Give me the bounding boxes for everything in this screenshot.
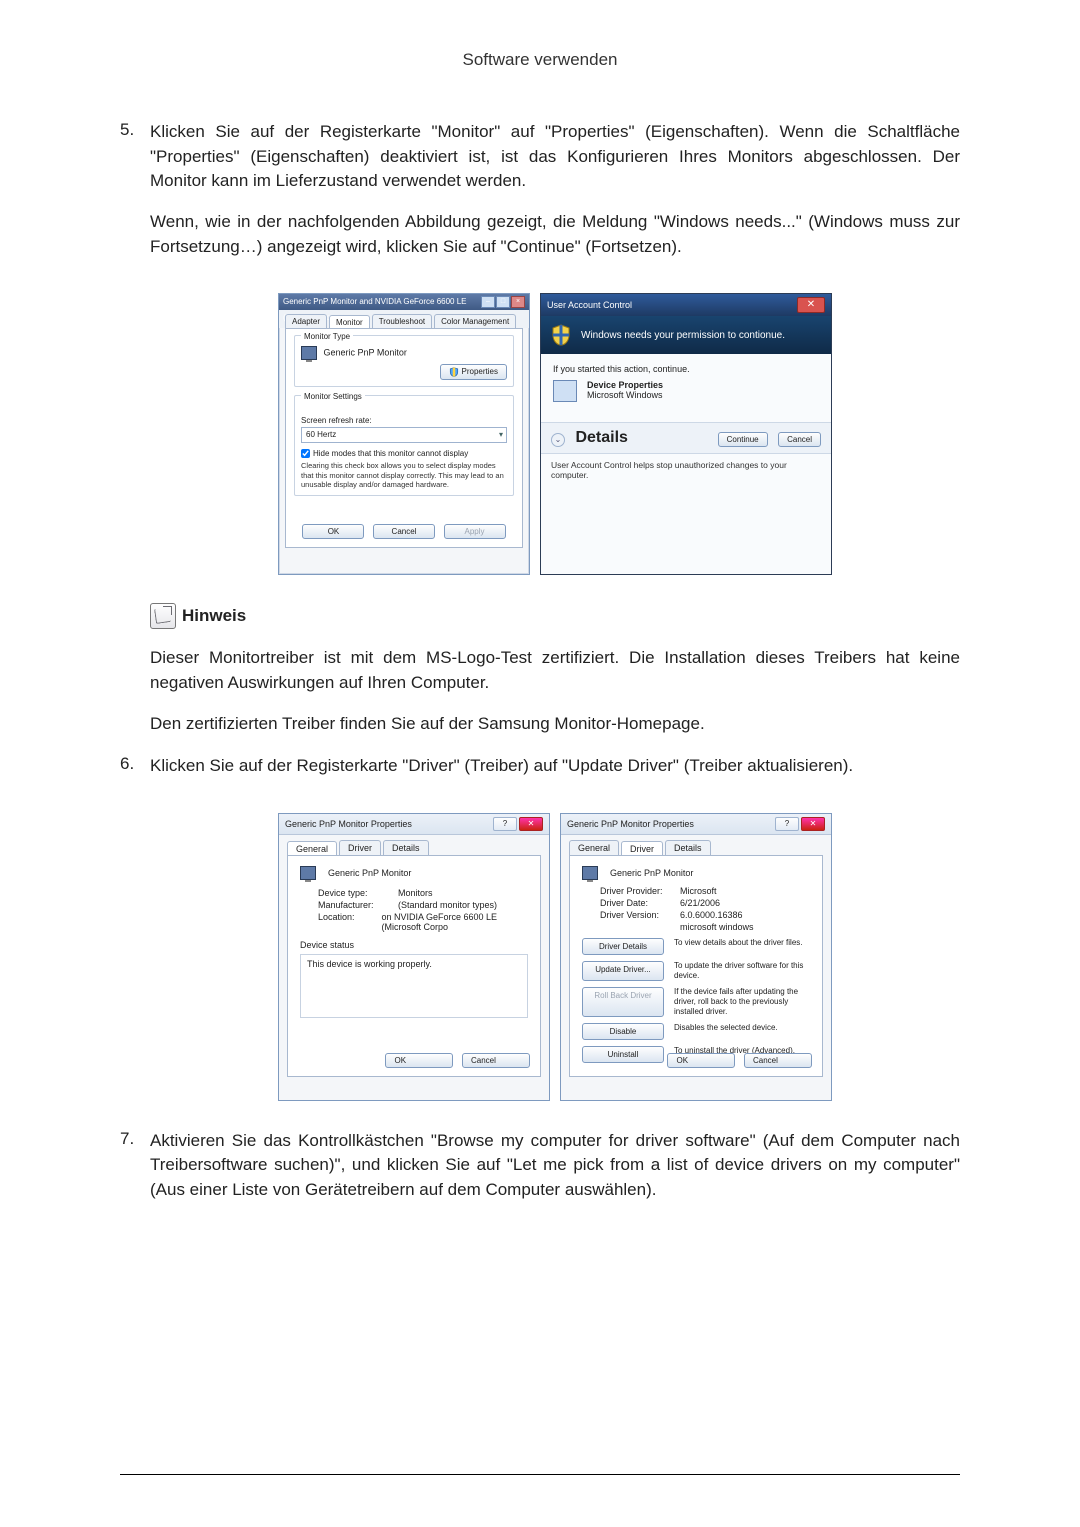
tab-adapter[interactable]: Adapter xyxy=(285,314,327,328)
monitor-settings-group: Monitor Settings xyxy=(301,392,365,401)
help-button[interactable]: ? xyxy=(493,817,517,831)
uac-footer-text: User Account Control helps stop unauthor… xyxy=(541,454,831,486)
minimize-button[interactable]: – xyxy=(481,296,495,308)
uac-heading: Windows needs your permission to contion… xyxy=(581,330,785,341)
tab-general[interactable]: General xyxy=(569,840,619,855)
tab-details[interactable]: Details xyxy=(665,840,711,855)
uac-close-button[interactable]: ✕ xyxy=(797,297,825,313)
details-expand-icon[interactable]: ⌄ xyxy=(551,433,565,447)
monitor-icon xyxy=(300,866,316,880)
disable-button[interactable]: Disable xyxy=(582,1023,664,1040)
uac-details-link[interactable]: Details xyxy=(575,429,627,446)
tab-color-management[interactable]: Color Management xyxy=(434,314,516,328)
close-button[interactable]: ✕ xyxy=(801,817,825,831)
uac-title: User Account Control xyxy=(547,300,632,310)
tab-driver[interactable]: Driver xyxy=(621,841,663,856)
shield-icon xyxy=(449,367,459,377)
tab-monitor[interactable]: Monitor xyxy=(329,315,370,329)
uac-cancel-button[interactable]: Cancel xyxy=(778,432,821,447)
dialog-title: Generic PnP Monitor Properties xyxy=(285,819,412,829)
help-button[interactable]: ? xyxy=(775,817,799,831)
step6-para1: Klicken Sie auf der Registerkarte "Drive… xyxy=(150,754,960,779)
maximize-button[interactable]: □ xyxy=(496,296,510,308)
program-icon xyxy=(553,380,577,402)
uac-item-title: Device Properties xyxy=(587,380,663,390)
uac-dialog: User Account Control ✕ Windows needs you… xyxy=(540,293,832,575)
tab-driver[interactable]: Driver xyxy=(339,840,381,855)
step7-number: 7. xyxy=(120,1129,150,1219)
monitor-type-group: Monitor Type xyxy=(301,332,353,341)
ok-button[interactable]: OK xyxy=(385,1053,453,1068)
update-driver-button[interactable]: Update Driver... xyxy=(582,961,664,981)
step7-para1: Aktivieren Sie das Kontrollkästchen "Bro… xyxy=(150,1129,960,1203)
footer-rule xyxy=(120,1474,960,1475)
uninstall-button[interactable]: Uninstall xyxy=(582,1046,664,1063)
uac-item-publisher: Microsoft Windows xyxy=(587,390,663,400)
cancel-button[interactable]: Cancel xyxy=(373,524,435,539)
refresh-rate-label: Screen refresh rate: xyxy=(301,416,507,425)
properties-button[interactable]: Properties xyxy=(440,364,507,380)
tab-troubleshoot[interactable]: Troubleshoot xyxy=(372,314,432,328)
ok-button[interactable]: OK xyxy=(667,1053,735,1068)
uac-started-text: If you started this action, continue. xyxy=(553,364,819,374)
note-icon xyxy=(150,603,176,629)
page-title: Software verwenden xyxy=(120,50,960,70)
apply-button[interactable]: Apply xyxy=(444,524,506,539)
step5-number: 5. xyxy=(120,120,150,275)
hide-modes-hint: Clearing this check box allows you to se… xyxy=(301,461,507,489)
ok-button[interactable]: OK xyxy=(302,524,364,539)
device-properties-driver-dialog: Generic PnP Monitor Properties ? ✕ Gener… xyxy=(560,813,832,1101)
close-button[interactable]: × xyxy=(511,296,525,308)
monitor-name: Generic PnP Monitor xyxy=(324,348,407,358)
hide-modes-checkbox[interactable]: Hide modes that this monitor cannot disp… xyxy=(301,449,507,458)
device-status-label: Device status xyxy=(300,940,528,950)
cancel-button[interactable]: Cancel xyxy=(462,1053,530,1068)
shield-icon xyxy=(551,324,571,346)
cancel-button[interactable]: Cancel xyxy=(744,1053,812,1068)
driver-details-button[interactable]: Driver Details xyxy=(582,938,664,955)
monitor-icon xyxy=(582,866,598,880)
dialog-title: Generic PnP Monitor Properties xyxy=(567,819,694,829)
continue-button[interactable]: Continue xyxy=(718,432,768,447)
refresh-rate-select[interactable]: 60 Hertz xyxy=(301,427,507,443)
device-name: Generic PnP Monitor xyxy=(328,868,411,878)
note-para2: Den zertifizierten Treiber finden Sie au… xyxy=(150,712,960,737)
dialog-title: Generic PnP Monitor and NVIDIA GeForce 6… xyxy=(283,294,481,310)
monitor-properties-dialog: Generic PnP Monitor and NVIDIA GeForce 6… xyxy=(278,293,530,575)
note-label: Hinweis xyxy=(182,606,246,626)
monitor-icon xyxy=(301,346,317,360)
note-para1: Dieser Monitortreiber ist mit dem MS-Log… xyxy=(150,646,960,695)
device-properties-general-dialog: Generic PnP Monitor Properties ? ✕ Gener… xyxy=(278,813,550,1101)
step6-number: 6. xyxy=(120,754,150,795)
device-status-box: This device is working properly. xyxy=(300,954,528,1018)
close-button[interactable]: ✕ xyxy=(519,817,543,831)
step5-para1: Klicken Sie auf der Registerkarte "Monit… xyxy=(150,120,960,194)
tab-general[interactable]: General xyxy=(287,841,337,856)
device-name: Generic PnP Monitor xyxy=(610,868,693,878)
rollback-driver-button[interactable]: Roll Back Driver xyxy=(582,987,664,1017)
step5-para2: Wenn, wie in der nachfolgenden Abbildung… xyxy=(150,210,960,259)
tab-details[interactable]: Details xyxy=(383,840,429,855)
